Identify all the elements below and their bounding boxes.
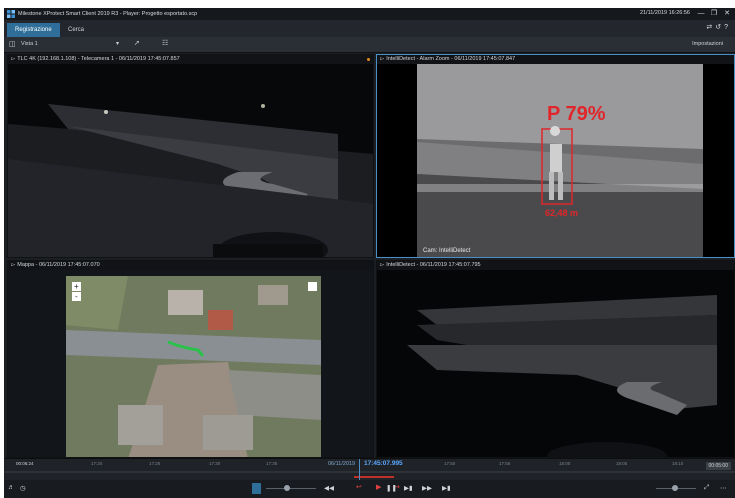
speed-slider-knob[interactable] <box>284 485 290 491</box>
recording-indicator-icon <box>367 58 370 61</box>
smart-client-window: Milestone XProtect Smart Client 2019 R3 … <box>4 8 735 498</box>
system-clock: 21/11/2019 16:26:56 <box>639 10 690 16</box>
recording-segment <box>354 476 394 478</box>
map-pane[interactable]: ▻ Mappa - 06/11/2019 17:45:07.070 + - <box>7 260 374 458</box>
camera-pane-tlc4k[interactable]: ▻ TLC 4K (192.168.1.108) - Telecamera 1 -… <box>7 54 374 258</box>
skip-back-icon[interactable]: ◀◀ <box>324 484 334 492</box>
svg-text:-: - <box>75 292 78 301</box>
help-icon[interactable]: ? <box>724 24 731 31</box>
mark-start-icon[interactable]: ↩ <box>356 483 362 491</box>
back-forward-icon[interactable]: ⇄ <box>706 24 715 31</box>
tick-label: 17:20 <box>91 461 103 466</box>
camera-feed-intellidetect <box>377 270 734 457</box>
camera-pointer-icon[interactable]: ➚ <box>134 39 140 47</box>
settings-button[interactable]: Impostazioni <box>692 41 723 47</box>
tick-label: 18:00 <box>559 461 571 466</box>
detection-confidence: P 79% <box>547 103 606 125</box>
fullscreen-icon[interactable]: ⤢ <box>704 484 709 492</box>
camera-header: ▻ Mappa - 06/11/2019 17:45:07.070 <box>8 261 373 270</box>
timeline-span: 00:06:24 <box>16 461 34 466</box>
pane-marker-icon: ▻ <box>380 262 385 268</box>
tick-label: 18:10 <box>672 461 684 466</box>
restore-icon[interactable]: ❐ <box>708 9 720 18</box>
title-bar: Milestone XProtect Smart Client 2019 R3 … <box>4 8 735 20</box>
time-span-icon[interactable]: ◷ <box>20 484 26 492</box>
camera-pane-alarm-zoom[interactable]: ▻ IntelliDetect - Alarm Zoom - 06/11/2019… <box>376 54 735 258</box>
export-icon[interactable]: ☷ <box>162 39 168 47</box>
skip-forward-icon[interactable]: ▶▶ <box>422 484 432 492</box>
tick-label: 17:25 <box>149 461 161 466</box>
tick-label: 17:50 <box>444 461 456 466</box>
camera-header: ▻ TLC 4K (192.168.1.108) - Telecamera 1 -… <box>8 55 373 64</box>
pane-marker-icon: ▻ <box>380 56 385 62</box>
workspace-tabs: Registrazione Cerca ⇄↺? <box>4 20 735 37</box>
tick-label: 17:55 <box>499 461 511 466</box>
camera-feed-alarm-zoom <box>377 64 734 257</box>
timeline-zoom-button[interactable]: 00:05:00 <box>705 462 731 470</box>
more-options-icon[interactable]: ⋯ <box>720 484 727 492</box>
minimize-icon[interactable]: — <box>695 9 707 18</box>
volume-icon[interactable]: ♬ <box>8 484 15 491</box>
svg-text:+: + <box>74 282 79 291</box>
satellite-map[interactable]: + - <box>8 270 374 458</box>
header-tools: ⇄↺? <box>706 23 731 31</box>
playback-controls: ♬ ◷ ◀◀ ↩ ▶ ↪ ❚❚ ▶▮ ▶▶ ▶▮ ⤢ ⋯ <box>4 480 735 498</box>
tick-label: 17:35 <box>266 461 278 466</box>
camera-pane-intellidetect[interactable]: ▻ IntelliDetect - 06/11/2019 17:45:07.795 <box>376 260 735 458</box>
timeline-track[interactable] <box>4 471 735 473</box>
close-icon[interactable]: ✕ <box>721 9 733 18</box>
view-toolbar: ◫ Vista 1 ▾ ➚ ☷ Impostazioni <box>4 37 735 53</box>
chevron-down-icon[interactable]: ▾ <box>116 40 119 47</box>
timeline[interactable]: 00:06:24 17:20 17:25 17:30 17:35 17:50 1… <box>4 458 735 497</box>
timeline-date: 06/11/2019 <box>328 461 356 467</box>
tick-label: 17:30 <box>209 461 221 466</box>
play-icon[interactable]: ▶ <box>376 483 381 491</box>
camera-feed-tlc4k <box>8 64 373 257</box>
sync-icon[interactable]: ↺ <box>715 24 724 31</box>
tick-label: 18:05 <box>616 461 628 466</box>
camera-header: ▻ IntelliDetect - 06/11/2019 17:45:07.795 <box>377 261 734 270</box>
tab-cerca[interactable]: Cerca <box>60 23 92 37</box>
tab-registrazione[interactable]: Registrazione <box>7 23 60 37</box>
detection-distance: 62,48 m <box>545 208 579 218</box>
next-frame-icon[interactable]: ▶▮ <box>404 484 413 492</box>
camera-header: ▻ IntelliDetect - Alarm Zoom - 06/11/2019… <box>377 55 734 64</box>
timeline-current-time: 17:45:07.995 <box>364 460 403 467</box>
pause-icon[interactable]: ❚❚ <box>386 484 397 492</box>
live-toggle[interactable] <box>252 483 261 494</box>
window-title: Milestone XProtect Smart Client 2019 R3 … <box>18 11 198 17</box>
milestone-logo-icon <box>7 10 15 18</box>
pane-marker-icon: ▻ <box>11 56 16 62</box>
speed-slider[interactable] <box>266 488 316 489</box>
views-icon[interactable]: ◫ <box>9 40 16 48</box>
jump-end-icon[interactable]: ▶▮ <box>442 484 451 492</box>
zoom-slider-knob[interactable] <box>672 485 678 491</box>
view-selector[interactable]: Vista 1 <box>21 41 38 47</box>
camera-watermark: Cam: IntelliDetect <box>423 248 471 254</box>
pane-marker-icon: ▻ <box>11 262 16 268</box>
